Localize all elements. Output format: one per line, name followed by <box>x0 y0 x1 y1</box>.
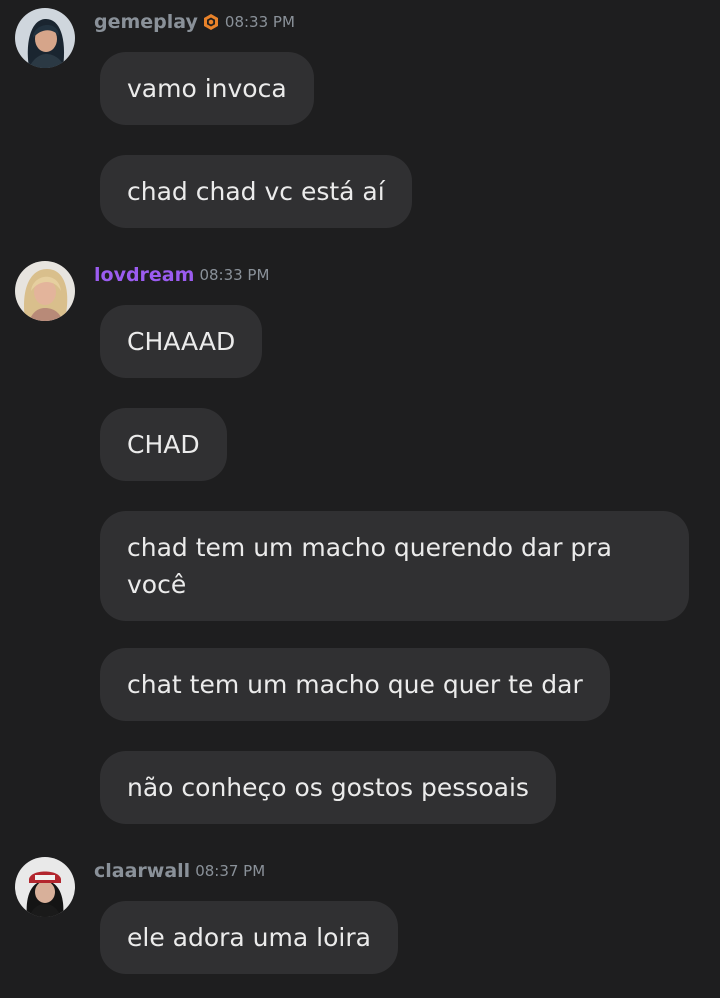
avatar-claarwall-icon <box>15 857 75 917</box>
avatar[interactable] <box>15 261 75 321</box>
message-bubble[interactable]: CHAD <box>100 408 227 481</box>
chat-log: gemeplay 08:33 PM vamo invoca chad chad … <box>0 0 720 998</box>
timestamp: 08:33 PM <box>224 13 295 31</box>
message-bubble[interactable]: ele adora uma loira <box>100 901 398 974</box>
message-header: claarwall 08:37 PM <box>94 858 265 884</box>
message-bubble[interactable]: chat tem um macho que quer te dar <box>100 648 610 721</box>
username[interactable]: claarwall <box>94 860 190 882</box>
message-bubble[interactable]: vamo invoca <box>100 52 314 125</box>
message-bubble[interactable]: CHAAAD <box>100 305 263 378</box>
username[interactable]: gemeplay <box>94 11 198 33</box>
avatar[interactable] <box>15 8 75 68</box>
avatar-lovdream-icon <box>15 261 75 321</box>
message-bubble[interactable]: não conheço os gostos pessoais <box>100 751 556 824</box>
hexagon-badge-icon <box>202 13 220 31</box>
avatar-gemeplay-icon <box>15 8 75 68</box>
timestamp: 08:37 PM <box>195 862 266 880</box>
message-bubble[interactable]: chad chad vc está aí <box>100 155 412 228</box>
message-header: lovdream 08:33 PM <box>94 262 269 288</box>
message-header: gemeplay 08:33 PM <box>94 9 295 35</box>
message-bubble[interactable]: chad tem um macho querendo dar pra você <box>100 511 689 621</box>
timestamp: 08:33 PM <box>199 266 270 284</box>
username[interactable]: lovdream <box>94 264 194 286</box>
avatar[interactable] <box>15 857 75 917</box>
